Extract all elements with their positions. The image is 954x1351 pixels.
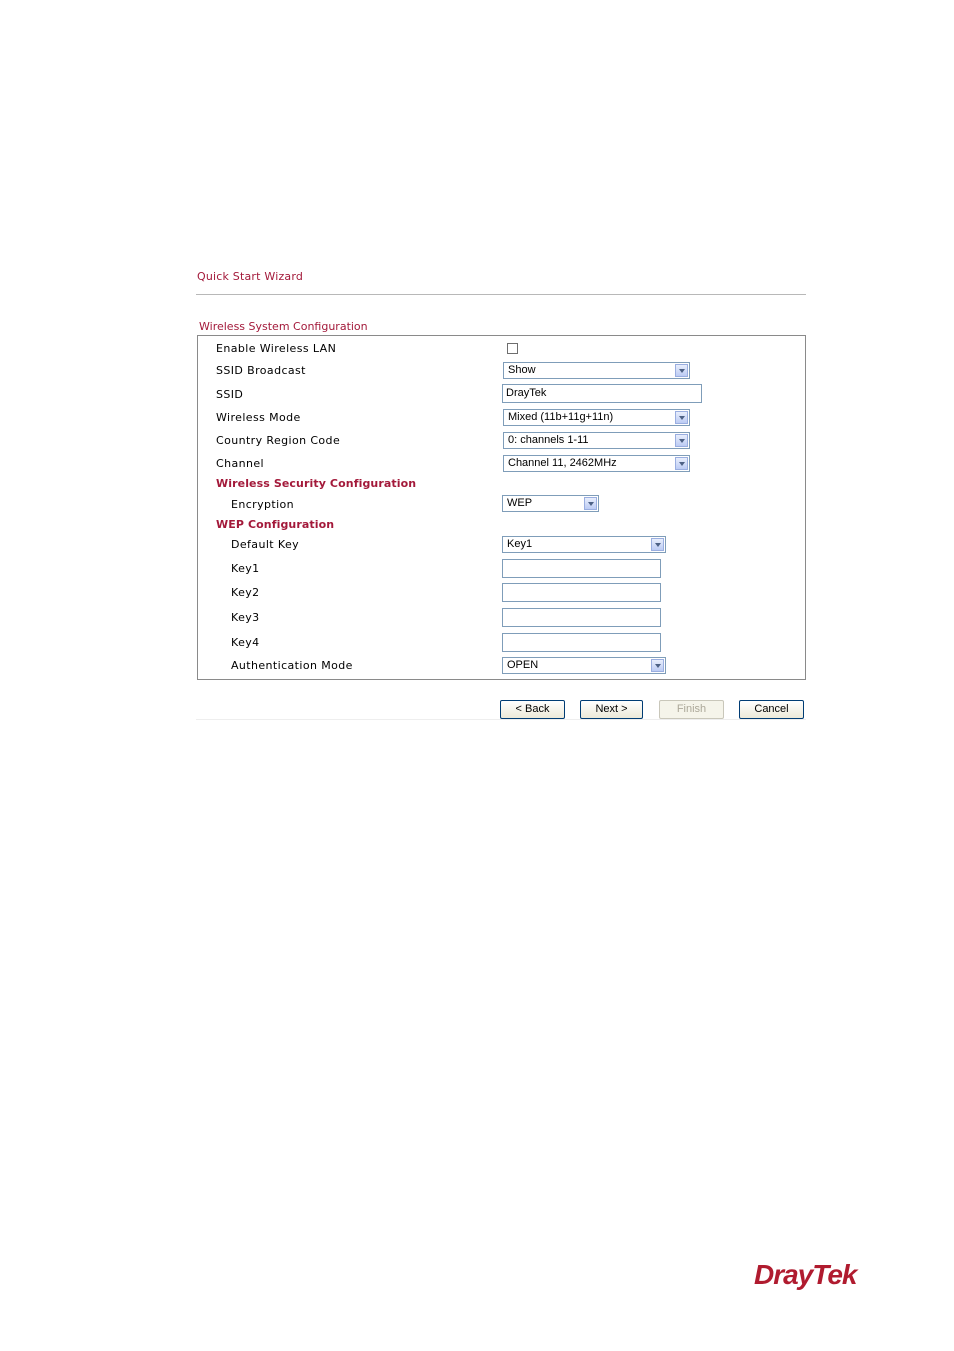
default-key-value: Key1 xyxy=(507,538,533,550)
key4-input[interactable] xyxy=(502,633,661,652)
encryption-value: WEP xyxy=(507,497,533,509)
draytek-logo: DrayTek xyxy=(754,1259,857,1290)
channel-value: Channel 11, 2462MHz xyxy=(508,457,617,469)
channel-select[interactable]: Channel 11, 2462MHz xyxy=(503,455,690,472)
encryption-label: Encryption xyxy=(231,498,295,511)
country-region-label: Country Region Code xyxy=(216,434,341,447)
title-divider xyxy=(196,294,806,295)
back-button[interactable]: < Back xyxy=(500,700,565,719)
key3-input[interactable] xyxy=(502,608,661,627)
country-region-select[interactable]: 0: channels 1-11 xyxy=(503,432,690,449)
key4-label: Key4 xyxy=(231,636,260,649)
ssid-broadcast-label: SSID Broadcast xyxy=(216,364,306,377)
ssid-input[interactable]: DrayTek xyxy=(502,384,702,403)
chevron-down-icon xyxy=(675,411,688,424)
chevron-down-icon xyxy=(675,434,688,447)
wep-section-title: WEP Configuration xyxy=(216,518,335,531)
chevron-down-icon xyxy=(675,457,688,470)
chevron-down-icon xyxy=(651,538,664,551)
chevron-down-icon xyxy=(675,364,688,377)
wizard-title: Quick Start Wizard xyxy=(197,270,304,283)
encryption-select[interactable]: WEP xyxy=(502,495,599,512)
auth-mode-label: Authentication Mode xyxy=(231,659,353,672)
channel-label: Channel xyxy=(216,457,264,470)
key2-input[interactable] xyxy=(502,583,661,602)
enable-wlan-checkbox[interactable] xyxy=(507,343,518,354)
wireless-mode-value: Mixed (11b+11g+11n) xyxy=(508,411,614,423)
next-button[interactable]: Next > xyxy=(580,700,643,719)
wireless-mode-select[interactable]: Mixed (11b+11g+11n) xyxy=(503,409,690,426)
ssid-broadcast-value: Show xyxy=(508,364,536,376)
finish-button: Finish xyxy=(659,700,724,719)
wireless-mode-label: Wireless Mode xyxy=(216,411,301,424)
security-section-title: Wireless Security Configuration xyxy=(216,477,417,490)
key1-input[interactable] xyxy=(502,559,661,578)
chevron-down-icon xyxy=(651,659,664,672)
ssid-broadcast-select[interactable]: Show xyxy=(503,362,690,379)
default-key-select[interactable]: Key1 xyxy=(502,536,666,553)
default-key-label: Default Key xyxy=(231,538,300,551)
key1-label: Key1 xyxy=(231,562,260,575)
auth-mode-select[interactable]: OPEN xyxy=(502,657,666,674)
enable-wlan-label: Enable Wireless LAN xyxy=(216,342,337,355)
bottom-divider xyxy=(196,719,806,720)
key3-label: Key3 xyxy=(231,611,260,624)
section-title: Wireless System Configuration xyxy=(199,320,368,333)
cancel-button[interactable]: Cancel xyxy=(739,700,804,719)
chevron-down-icon xyxy=(584,497,597,510)
ssid-label: SSID xyxy=(216,388,244,401)
country-region-value: 0: channels 1-11 xyxy=(508,434,589,446)
key2-label: Key2 xyxy=(231,586,260,599)
auth-mode-value: OPEN xyxy=(507,659,539,671)
